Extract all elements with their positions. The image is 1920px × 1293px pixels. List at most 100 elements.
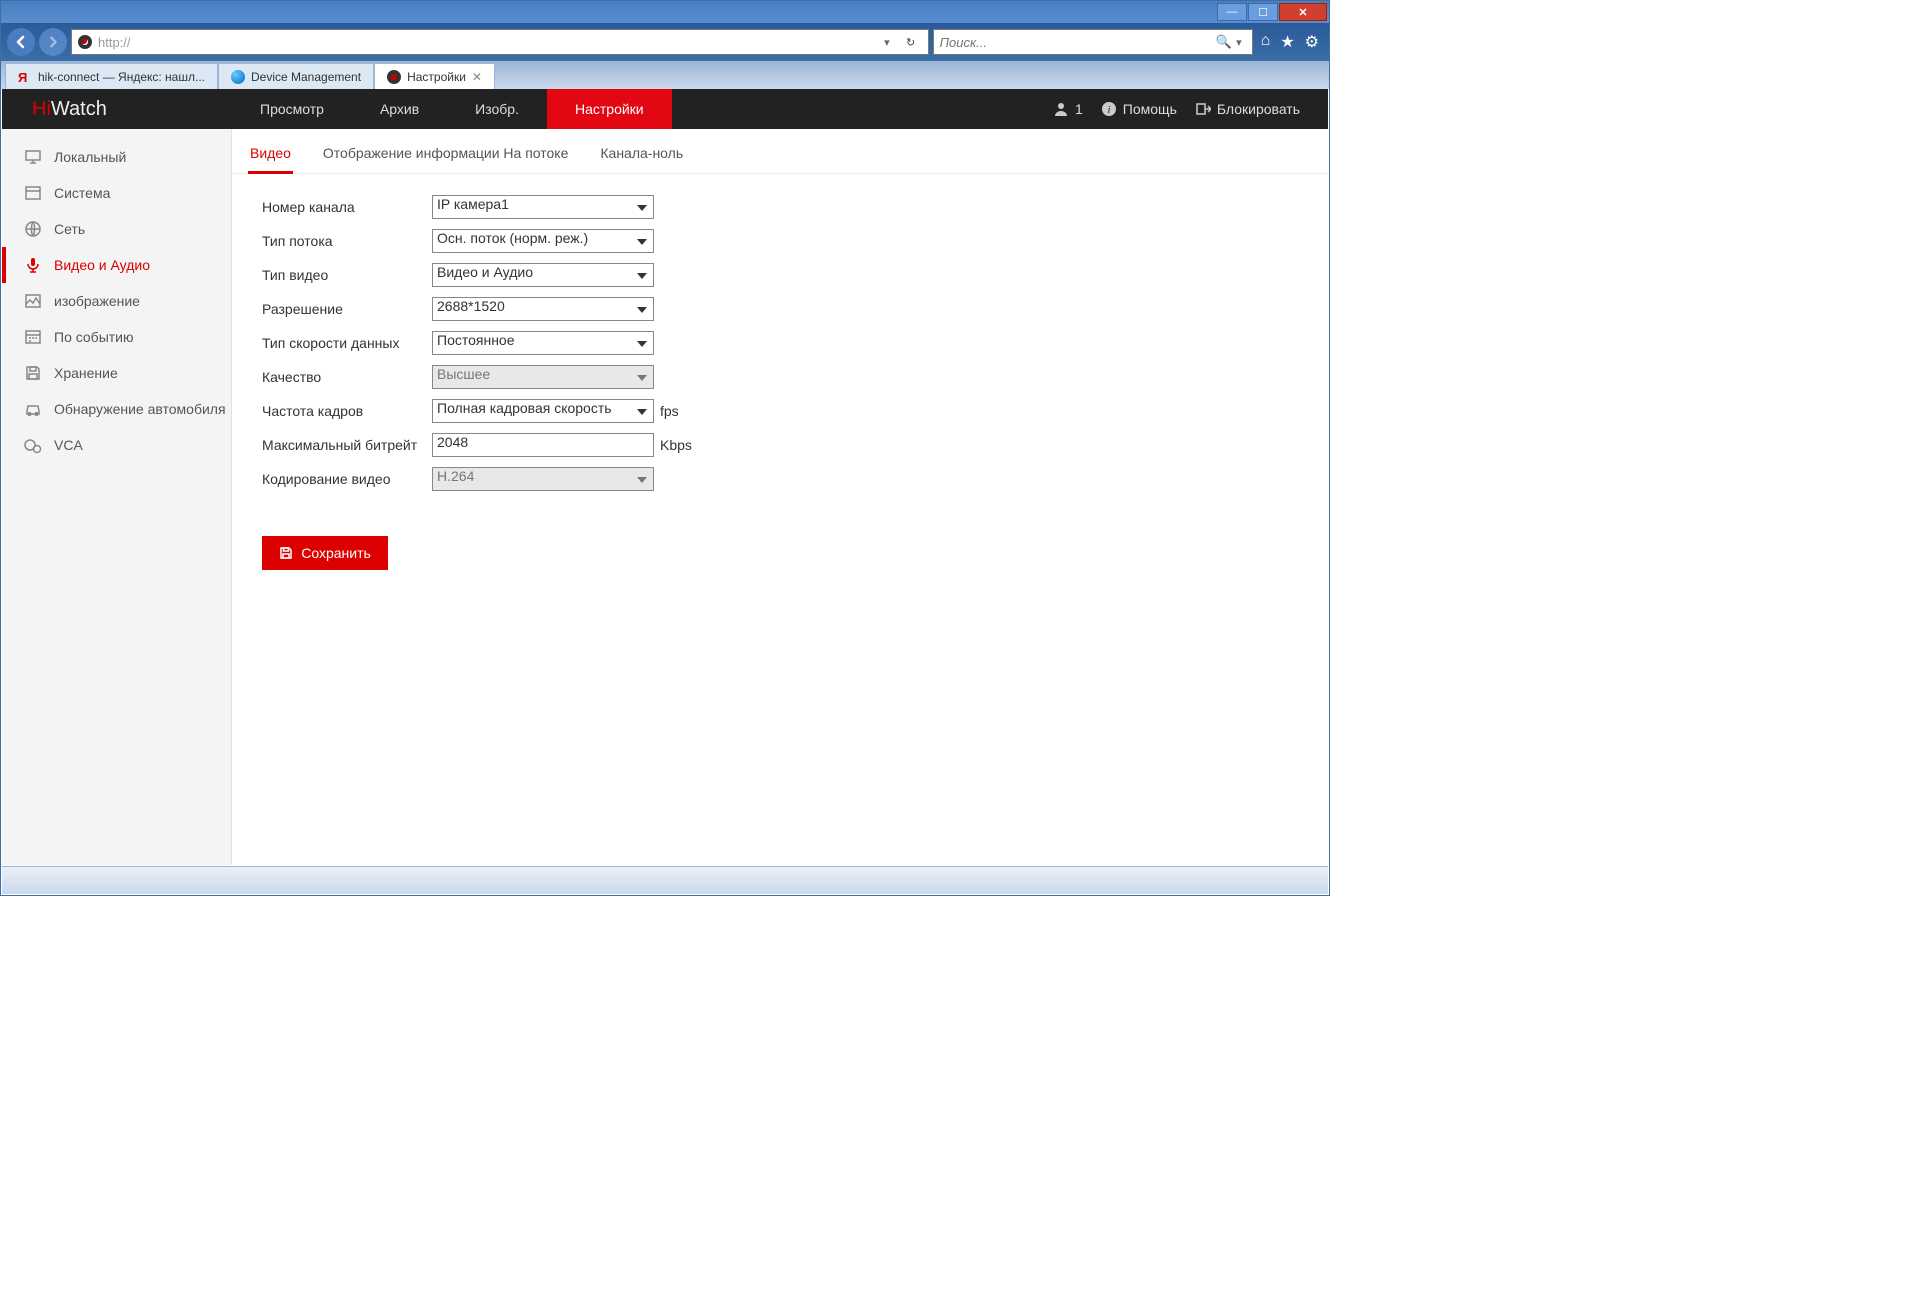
nav-picture[interactable]: Изобр.: [447, 89, 547, 129]
sidebar-item-vehicle[interactable]: Обнаружение автомобиля: [2, 391, 231, 427]
hiwatch-favicon-icon: [387, 70, 401, 84]
logout-icon: [1195, 101, 1211, 117]
car-icon: [24, 400, 42, 418]
channel-label: Номер канала: [262, 199, 432, 215]
ie-favicon-icon: [231, 70, 245, 84]
browser-tab-active[interactable]: Настройки ✕: [374, 63, 495, 89]
max-bitrate-input[interactable]: 2048: [432, 433, 654, 457]
user-icon: [1053, 101, 1069, 117]
help-label: Помощь: [1123, 101, 1177, 117]
quality-label: Качество: [262, 369, 432, 385]
svg-text:i: i: [1107, 104, 1110, 116]
browser-tab[interactable]: Device Management: [218, 63, 374, 89]
address-text: http://: [98, 35, 874, 50]
sidebar-item-event[interactable]: По событию: [2, 319, 231, 355]
calendar-icon: [24, 328, 42, 346]
sidebar-item-label: Хранение: [54, 365, 118, 381]
sidebar-item-label: VCA: [54, 437, 83, 453]
sidebar: Локальный Система Сеть Видео и Аудио изо…: [2, 129, 232, 865]
home-icon[interactable]: ⌂: [1261, 32, 1271, 52]
search-icon[interactable]: 🔍: [1216, 34, 1232, 50]
resolution-select[interactable]: 2688*1520: [432, 297, 654, 321]
stream-type-select[interactable]: Осн. поток (норм. реж.): [432, 229, 654, 253]
nav-settings[interactable]: Настройки: [547, 89, 672, 129]
favorites-icon[interactable]: ★: [1280, 32, 1294, 52]
site-favicon-icon: [78, 35, 92, 49]
save-disk-icon: [279, 546, 293, 560]
yandex-favicon-icon: Я: [18, 70, 32, 84]
user-info[interactable]: 1: [1053, 101, 1083, 117]
window-minimize-button[interactable]: [1217, 3, 1247, 21]
sub-tab-bar: Видео Отображение информации На потоке К…: [232, 139, 1328, 174]
sidebar-item-label: Видео и Аудио: [54, 257, 150, 273]
form-row-stream-type: Тип потока Осн. поток (норм. реж.): [262, 224, 1312, 258]
app-logo: HiWatch: [2, 98, 232, 121]
framerate-select[interactable]: Полная кадровая скорость: [432, 399, 654, 423]
window-close-button[interactable]: [1279, 3, 1327, 21]
sub-tab-zero-channel[interactable]: Канала-ноль: [598, 139, 685, 173]
window-maximize-button[interactable]: [1248, 3, 1278, 21]
tab-close-icon[interactable]: ✕: [472, 70, 482, 84]
nav-playback[interactable]: Архив: [352, 89, 447, 129]
max-bitrate-suffix: Kbps: [660, 437, 692, 453]
lock-link[interactable]: Блокировать: [1195, 101, 1300, 117]
mic-icon: [24, 256, 42, 274]
search-dropdown-icon[interactable]: ▾: [1232, 36, 1246, 49]
channel-select[interactable]: IP камера1: [432, 195, 654, 219]
tab-label: Настройки: [407, 70, 466, 84]
tab-label: Device Management: [251, 70, 361, 84]
content-area: Видео Отображение информации На потоке К…: [232, 129, 1328, 865]
sidebar-item-label: Локальный: [54, 149, 126, 165]
logo-hi: Hi: [32, 98, 51, 120]
refresh-button[interactable]: ↻: [900, 36, 922, 49]
sub-tab-video[interactable]: Видео: [248, 139, 293, 174]
form-row-channel: Номер канала IP камера1: [262, 190, 1312, 224]
sidebar-item-vca[interactable]: VCA: [2, 427, 231, 463]
sidebar-item-image[interactable]: изображение: [2, 283, 231, 319]
browser-toolbar-icons: ⌂ ★ ⚙: [1257, 32, 1323, 52]
help-link[interactable]: i Помощь: [1101, 101, 1177, 117]
sidebar-item-local[interactable]: Локальный: [2, 139, 231, 175]
save-button[interactable]: Сохранить: [262, 536, 388, 570]
browser-tab[interactable]: Я hik-connect — Яндекс: нашл...: [5, 63, 218, 89]
video-type-label: Тип видео: [262, 267, 432, 283]
vca-icon: [24, 436, 42, 454]
sidebar-item-video-audio[interactable]: Видео и Аудио: [2, 247, 231, 283]
back-button[interactable]: [7, 28, 35, 56]
form-row-framerate: Частота кадров Полная кадровая скорость …: [262, 394, 1312, 428]
tab-label: hik-connect — Яндекс: нашл...: [38, 70, 205, 84]
save-button-label: Сохранить: [301, 545, 371, 561]
framerate-label: Частота кадров: [262, 403, 432, 419]
bitrate-type-label: Тип скорости данных: [262, 335, 432, 351]
logo-watch: Watch: [51, 98, 107, 120]
browser-status-bar: [2, 866, 1328, 894]
address-bar[interactable]: http:// ▾ ↻: [71, 29, 929, 55]
video-type-select[interactable]: Видео и Аудио: [432, 263, 654, 287]
search-input[interactable]: [940, 35, 1216, 50]
sidebar-item-storage[interactable]: Хранение: [2, 355, 231, 391]
monitor-icon: [24, 148, 42, 166]
form-row-quality: Качество Высшее: [262, 360, 1312, 394]
forward-button[interactable]: [39, 28, 67, 56]
nav-live-view[interactable]: Просмотр: [232, 89, 352, 129]
browser-tab-strip: Я hik-connect — Яндекс: нашл... Device M…: [1, 61, 1329, 89]
main-nav: Просмотр Архив Изобр. Настройки: [232, 89, 672, 129]
sidebar-item-network[interactable]: Сеть: [2, 211, 231, 247]
video-settings-form: Номер канала IP камера1 Тип потока Осн. …: [232, 174, 1328, 570]
sidebar-item-label: По событию: [54, 329, 134, 345]
window-title-bar: [1, 1, 1329, 23]
bitrate-type-select[interactable]: Постоянное: [432, 331, 654, 355]
address-dropdown-icon[interactable]: ▾: [880, 36, 894, 49]
sidebar-item-label: Обнаружение автомобиля: [54, 401, 226, 417]
sidebar-item-label: изображение: [54, 293, 140, 309]
app-header: HiWatch Просмотр Архив Изобр. Настройки …: [2, 89, 1328, 129]
search-bar[interactable]: 🔍 ▾: [933, 29, 1253, 55]
sub-tab-osd[interactable]: Отображение информации На потоке: [321, 139, 570, 173]
sidebar-item-system[interactable]: Система: [2, 175, 231, 211]
encoding-label: Кодирование видео: [262, 471, 432, 487]
quality-select: Высшее: [432, 365, 654, 389]
framerate-suffix: fps: [660, 403, 679, 419]
image-icon: [24, 292, 42, 310]
form-row-max-bitrate: Максимальный битрейт 2048 Kbps: [262, 428, 1312, 462]
tools-icon[interactable]: ⚙: [1305, 32, 1319, 52]
